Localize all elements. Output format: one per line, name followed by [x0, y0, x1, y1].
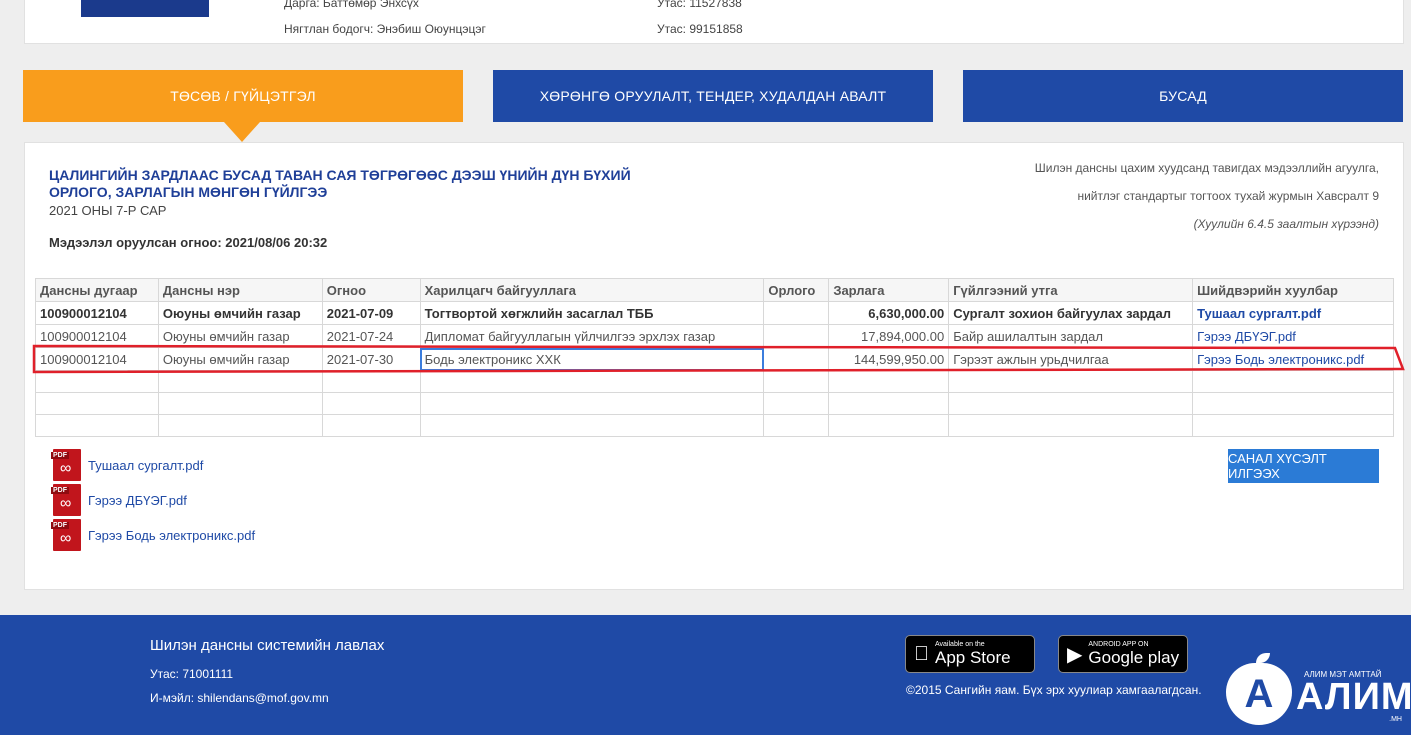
transactions-panel: ЦАЛИНГИЙН ЗАРДЛААС БУСАД ТАВАН САЯ ТӨГРӨ…: [24, 142, 1404, 590]
account-cell: 100900012104: [35, 324, 159, 348]
account-cell: 100900012104: [35, 301, 159, 325]
income-cell: [763, 324, 830, 348]
file-link[interactable]: Гэрээ ДБҮЭГ.pdf: [88, 493, 187, 508]
organization-logo: [81, 0, 209, 17]
file-link[interactable]: Гэрээ Бодь электроникс.pdf: [88, 528, 255, 543]
file-cell: Гэрээ ДБҮЭГ.pdf: [1192, 324, 1394, 348]
copyright-text: ©2015 Сангийн яам. Бүх эрх хуулиар хамга…: [906, 683, 1202, 697]
account-name-cell: Оюуны өмчийн газар: [157, 347, 323, 371]
transactions-table: Дансны дугаар Дансны нэр Огноо Харилцагч…: [35, 278, 1394, 437]
decision-file-link[interactable]: Гэрээ Бодь электроникс.pdf: [1197, 352, 1364, 367]
apple-logo-icon: А: [1226, 663, 1292, 725]
column-header: Дансны дугаар: [35, 278, 159, 302]
footer-phone: Утас: 71001111: [150, 667, 234, 681]
table-row: 100900012104 Оюуны өмчийн газар 2021-07-…: [35, 347, 1394, 371]
active-tab-pointer: [224, 122, 260, 142]
purpose-cell: Байр ашилалтын зардал: [948, 324, 1194, 348]
date-cell: 2021-07-30: [321, 347, 421, 371]
file-cell: Гэрээ Бодь электроникс.pdf: [1192, 347, 1394, 371]
updated-date: Мэдээлэл оруулсан огноо: 2021/08/06 20:3…: [49, 235, 328, 250]
account-name-cell: Оюуны өмчийн газар: [157, 324, 323, 348]
column-header: Дансны нэр: [157, 278, 323, 302]
table-row: 100900012104 Оюуны өмчийн газар 2021-07-…: [35, 324, 1394, 348]
expense-cell: 6,630,000.00: [828, 301, 950, 325]
app-store-badge[interactable]:  Available on theApp Store: [905, 635, 1035, 673]
date-cell: 2021-07-24: [321, 324, 421, 348]
file-item[interactable]: PDF ∞ Гэрээ ДБҮЭГ.pdf: [51, 484, 187, 516]
empty-row: [35, 414, 1394, 437]
column-header: Орлого: [763, 278, 830, 302]
partner-cell: Тогтвортой хөгжлийн засаглал ТББ: [419, 301, 765, 325]
organization-info-card: Дарга: Баттөмөр Энхсүх Утас: 11527838 Ня…: [24, 0, 1404, 44]
date-cell: 2021-07-09: [321, 301, 421, 325]
table-row: 100900012104 Оюуны өмчийн газар 2021-07-…: [35, 301, 1394, 325]
director-phone: Утас: 11527838: [657, 0, 742, 10]
file-item[interactable]: PDF ∞ Гэрээ Бодь электроникс.pdf: [51, 519, 255, 551]
accountant-phone: Утас: 99151858: [657, 22, 743, 36]
account-name-cell: Оюуны өмчийн газар: [157, 301, 323, 325]
purpose-cell: Гэрээт ажлын урьдчилгаа: [948, 347, 1194, 371]
period-label: 2021 ОНЫ 7-Р САР: [49, 203, 167, 218]
column-header: Гүйлгээний утга: [948, 278, 1194, 302]
partner-cell: Дипломат байгууллагын үйлчилгээ эрхлэх г…: [419, 324, 765, 348]
regulation-note-3: (Хуулийн 6.4.5 заалтын хүрээнд): [1193, 217, 1379, 231]
income-cell: [763, 301, 830, 325]
regulation-note-2: нийтлэг стандартыг тогтоох тухай журмын …: [1077, 189, 1379, 203]
pdf-icon: PDF ∞: [51, 519, 83, 551]
accountant-name: Нягтлан бодогч: Энэбиш Оюунцэцэг: [284, 22, 486, 36]
footer-title: Шилэн дансны системийн лавлах: [150, 637, 385, 654]
footer-email[interactable]: И-мэйл: shilendans@mof.gov.mn: [150, 691, 329, 705]
tab-budget[interactable]: ТӨСӨВ / ГҮЙЦЭТГЭЛ: [23, 70, 463, 122]
file-cell: Тушаал сургалт.pdf: [1192, 301, 1394, 325]
alim-logo[interactable]: А АЛИМ МЭТ АМТТАЙ АЛИМ .МН: [1226, 653, 1411, 735]
account-cell: 100900012104: [35, 347, 159, 371]
site-footer: Шилэн дансны системийн лавлах Утас: 7100…: [0, 615, 1411, 735]
regulation-note-1: Шилэн дансны цахим хуудсанд тавигдах мэд…: [1034, 161, 1379, 175]
send-feedback-button[interactable]: САНАЛ ХҮСЭЛТ ИЛГЭЭХ: [1228, 449, 1379, 483]
partner-cell-selected[interactable]: Бодь электроникс ХХК: [419, 347, 765, 371]
pdf-icon: PDF ∞: [51, 484, 83, 516]
file-link[interactable]: Тушаал сургалт.pdf: [88, 458, 203, 473]
play-icon: ▶: [1067, 643, 1083, 666]
page-title: ЦАЛИНГИЙН ЗАРДЛААС БУСАД ТАВАН САЯ ТӨГРӨ…: [49, 167, 631, 200]
tab-other[interactable]: БУСАД: [963, 70, 1403, 122]
decision-file-link[interactable]: Гэрээ ДБҮЭГ.pdf: [1197, 329, 1296, 344]
file-item[interactable]: PDF ∞ Тушаал сургалт.pdf: [51, 449, 203, 481]
column-header: Шийдвэрийн хуулбар: [1192, 278, 1394, 302]
google-play-badge[interactable]: ▶ ANDROID APP ON Google play: [1058, 635, 1188, 673]
income-cell: [763, 347, 830, 371]
purpose-cell: Сургалт зохион байгуулах зардал: [948, 301, 1194, 325]
column-header: Огноо: [321, 278, 421, 302]
apple-icon: : [914, 643, 929, 666]
column-header: Харилцагч байгууллага: [419, 278, 765, 302]
column-header: Зарлага: [828, 278, 950, 302]
empty-row: [35, 370, 1394, 393]
decision-file-link[interactable]: Тушаал сургалт.pdf: [1197, 306, 1321, 321]
pdf-icon: PDF ∞: [51, 449, 83, 481]
empty-row: [35, 392, 1394, 415]
table-header-row: Дансны дугаар Дансны нэр Огноо Харилцагч…: [35, 278, 1394, 302]
tab-investment[interactable]: ХӨРӨНГӨ ОРУУЛАЛТ, ТЕНДЕР, ХУДАЛДАН АВАЛТ: [493, 70, 933, 122]
director-name: Дарга: Баттөмөр Энхсүх: [284, 0, 419, 10]
expense-cell: 144,599,950.00: [828, 347, 950, 371]
expense-cell: 17,894,000.00: [828, 324, 950, 348]
